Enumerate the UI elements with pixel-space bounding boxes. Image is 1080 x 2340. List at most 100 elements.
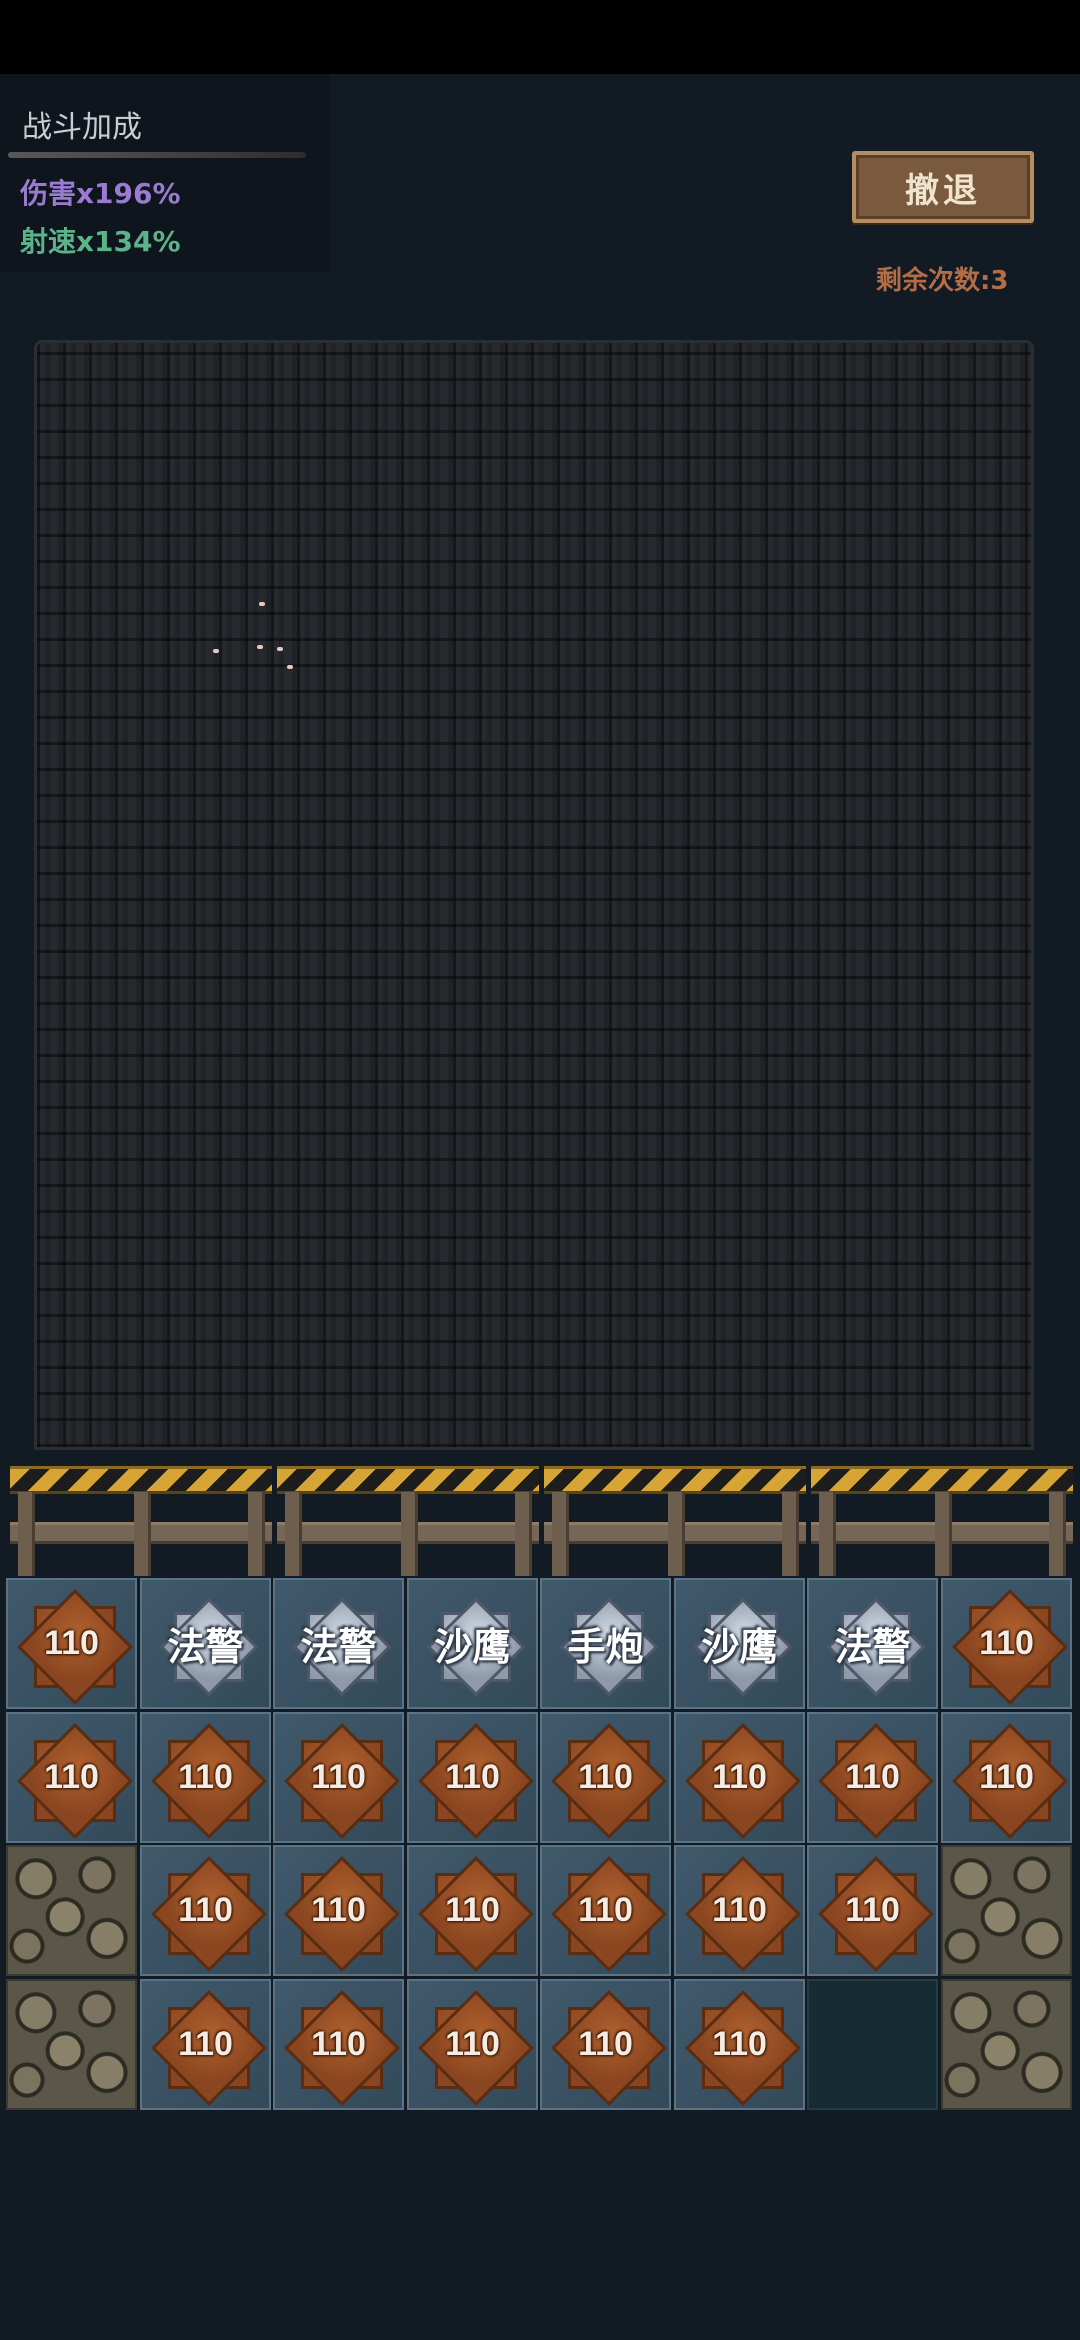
bronze-star-tile[interactable]: 110	[945, 1582, 1069, 1706]
bronze-star-tile[interactable]: 110	[277, 1983, 401, 2107]
merge-board: 110 法警 法警 沙鹰 手炮 沙鹰 法警 110 110 110 110 110 110 110 110 1…	[6, 1578, 1074, 2112]
rock-block	[6, 1979, 137, 2110]
bronze-star-tile[interactable]: 110	[144, 1849, 268, 1973]
bronze-star-tile[interactable]: 110	[544, 1849, 668, 1973]
board-cell[interactable]: 110	[674, 1979, 805, 2110]
spark-effect	[257, 645, 263, 649]
board-cell[interactable]: 110	[407, 1979, 538, 2110]
board-cell[interactable]: 110	[941, 1578, 1072, 1709]
bronze-star-tile[interactable]: 110	[811, 1716, 935, 1840]
bronze-star-tile[interactable]: 110	[678, 1983, 802, 2107]
board-cell[interactable]: 110	[407, 1712, 538, 1843]
board-cell[interactable]: 110	[273, 1712, 404, 1843]
board-cell[interactable]: 110	[540, 1712, 671, 1843]
barricade-leg	[248, 1492, 265, 1576]
rock-block	[6, 1845, 137, 1976]
spark-effect	[277, 647, 283, 651]
tile-label: 110	[445, 2025, 500, 2063]
silver-weapon-tile[interactable]: 法警	[144, 1582, 268, 1706]
barricade-leg	[134, 1492, 151, 1576]
board-cell[interactable]: 沙鹰	[674, 1578, 805, 1709]
board-cell[interactable]: 110	[807, 1712, 938, 1843]
barricade-leg	[285, 1492, 302, 1576]
board-cell[interactable]: 手炮	[540, 1578, 671, 1709]
bronze-star-tile[interactable]: 110	[411, 1983, 535, 2107]
bronze-star-tile[interactable]: 110	[678, 1716, 802, 1840]
battle-arena[interactable]	[34, 340, 1034, 1450]
barricade-leg	[668, 1492, 685, 1576]
board-cell[interactable]: 沙鹰	[407, 1578, 538, 1709]
tile-label: 110	[578, 1891, 633, 1929]
tile-label: 110	[712, 2025, 767, 2063]
retreat-button[interactable]: 撤退	[852, 151, 1034, 223]
tile-label: 手炮	[567, 1627, 644, 1669]
tile-label: 沙鹰	[701, 1627, 778, 1669]
tile-label: 110	[445, 1891, 500, 1929]
bronze-star-tile[interactable]: 110	[10, 1716, 134, 1840]
barricade-leg	[515, 1492, 532, 1576]
tile-label: 110	[845, 1891, 900, 1929]
silver-weapon-tile[interactable]: 手炮	[544, 1582, 668, 1706]
barricade	[10, 1462, 272, 1576]
bronze-star-tile[interactable]: 110	[945, 1716, 1069, 1840]
bronze-star-tile[interactable]: 110	[411, 1716, 535, 1840]
hazard-stripe	[811, 1466, 1073, 1494]
bronze-star-tile[interactable]: 110	[544, 1716, 668, 1840]
bronze-star-tile[interactable]: 110	[811, 1849, 935, 1973]
bronze-star-tile[interactable]: 110	[544, 1983, 668, 2107]
bronze-star-tile[interactable]: 110	[144, 1716, 268, 1840]
silver-weapon-tile[interactable]: 法警	[811, 1582, 935, 1706]
bronze-star-tile[interactable]: 110	[411, 1849, 535, 1973]
spark-effect	[259, 602, 265, 606]
panel-divider	[8, 152, 306, 158]
board-cell[interactable]: 110	[807, 1845, 938, 1976]
bronze-star-tile[interactable]: 110	[277, 1716, 401, 1840]
tile-label: 110	[178, 1758, 233, 1796]
rock-block	[941, 1979, 1072, 2110]
board-cell[interactable]: 110	[140, 1845, 271, 1976]
barricade-leg	[935, 1492, 952, 1576]
tile-label: 110	[311, 1891, 366, 1929]
board-cell[interactable]: 110	[273, 1845, 404, 1976]
tile-label: 法警	[167, 1627, 244, 1669]
tile-label: 110	[311, 1758, 366, 1796]
bronze-star-tile[interactable]: 110	[10, 1582, 134, 1706]
barricade	[544, 1462, 806, 1576]
barricade-leg	[552, 1492, 569, 1576]
board-cell[interactable]: 法警	[140, 1578, 271, 1709]
board-cell[interactable]: 110	[941, 1712, 1072, 1843]
bronze-star-tile[interactable]: 110	[277, 1849, 401, 1973]
spark-effect	[213, 649, 219, 653]
board-cell[interactable]: 110	[6, 1712, 137, 1843]
status-bar	[0, 0, 1080, 74]
board-cell[interactable]: 110	[273, 1979, 404, 2110]
barricade-leg	[401, 1492, 418, 1576]
board-cell[interactable]: 110	[140, 1979, 271, 2110]
tile-label: 110	[578, 2025, 633, 2063]
hazard-stripe	[10, 1466, 272, 1494]
board-cell[interactable]: 110	[540, 1845, 671, 1976]
fire-rate-bonus: 射速x134%	[20, 225, 181, 258]
board-cell[interactable]: 110	[674, 1712, 805, 1843]
bronze-star-tile[interactable]: 110	[144, 1983, 268, 2107]
barricade-leg	[1049, 1492, 1066, 1576]
damage-bonus: 伤害x196%	[20, 177, 181, 210]
board-cell[interactable]: 110	[407, 1845, 538, 1976]
silver-weapon-tile[interactable]: 沙鹰	[411, 1582, 535, 1706]
barricade-leg	[819, 1492, 836, 1576]
board-cell[interactable]: 110	[140, 1712, 271, 1843]
tile-label: 110	[178, 2025, 233, 2063]
tile-label: 110	[712, 1891, 767, 1929]
silver-weapon-tile[interactable]: 法警	[277, 1582, 401, 1706]
board-cell[interactable]: 110	[6, 1578, 137, 1709]
board-cell[interactable]: 法警	[273, 1578, 404, 1709]
tile-label: 沙鹰	[434, 1627, 511, 1669]
board-cell[interactable]: 110	[540, 1979, 671, 2110]
hazard-stripe	[277, 1466, 539, 1494]
tile-label: 法警	[300, 1627, 377, 1669]
board-cell[interactable]: 110	[674, 1845, 805, 1976]
bronze-star-tile[interactable]: 110	[678, 1849, 802, 1973]
board-cell[interactable]: 法警	[807, 1578, 938, 1709]
silver-weapon-tile[interactable]: 沙鹰	[678, 1582, 802, 1706]
empty-slot[interactable]	[807, 1979, 938, 2110]
